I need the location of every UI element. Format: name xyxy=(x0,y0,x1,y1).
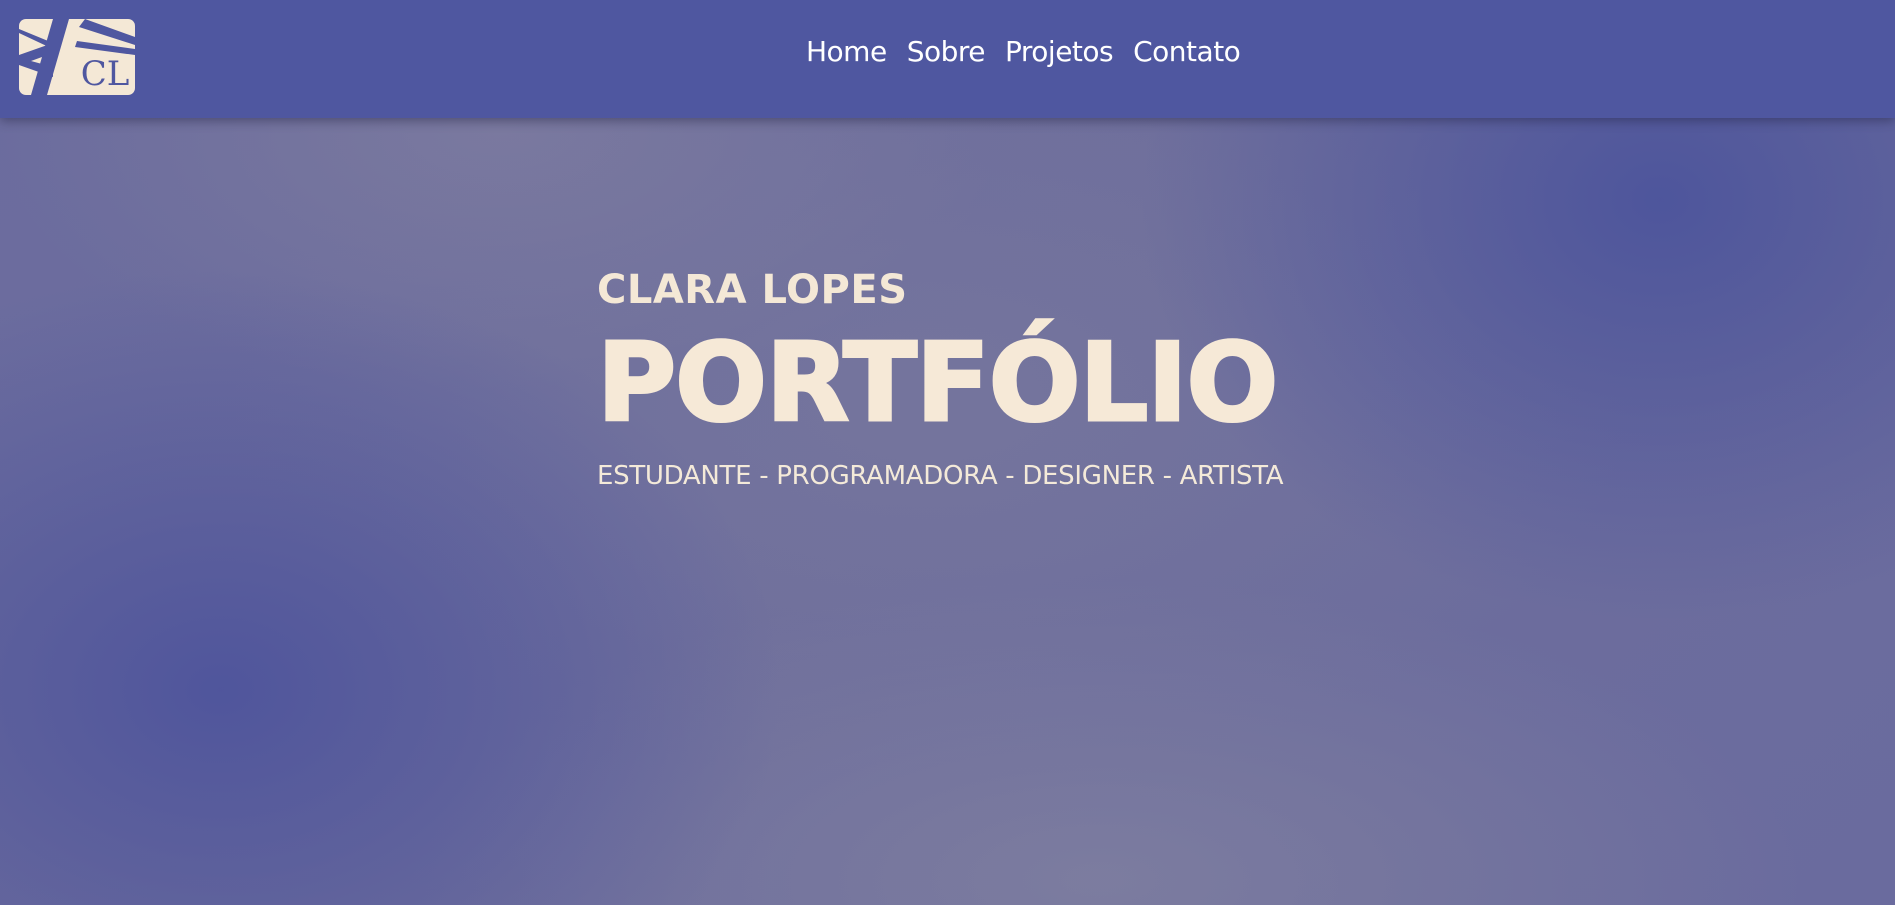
nav-home[interactable]: Home xyxy=(806,38,887,66)
nav-projetos[interactable]: Projetos xyxy=(1005,38,1114,66)
nav-contato[interactable]: Contato xyxy=(1133,38,1241,66)
hero-background xyxy=(0,0,1895,905)
nav-sobre[interactable]: Sobre xyxy=(907,38,986,66)
main-nav: Home Sobre Projetos Contato xyxy=(806,38,1241,66)
logo-text: CL xyxy=(81,54,130,94)
hero-section: CLARA LOPES PORTFÓLIO ESTUDANTE - PROGRA… xyxy=(595,267,1283,489)
hero-title: PORTFÓLIO xyxy=(595,321,1279,446)
hero-name: CLARA LOPES xyxy=(597,267,908,313)
logo-icon[interactable]: CL xyxy=(19,19,135,95)
hero-subtitle: ESTUDANTE - PROGRAMADORA - DESIGNER - AR… xyxy=(597,461,1284,491)
site-header: CL Home Sobre Projetos Contato xyxy=(0,0,1895,118)
